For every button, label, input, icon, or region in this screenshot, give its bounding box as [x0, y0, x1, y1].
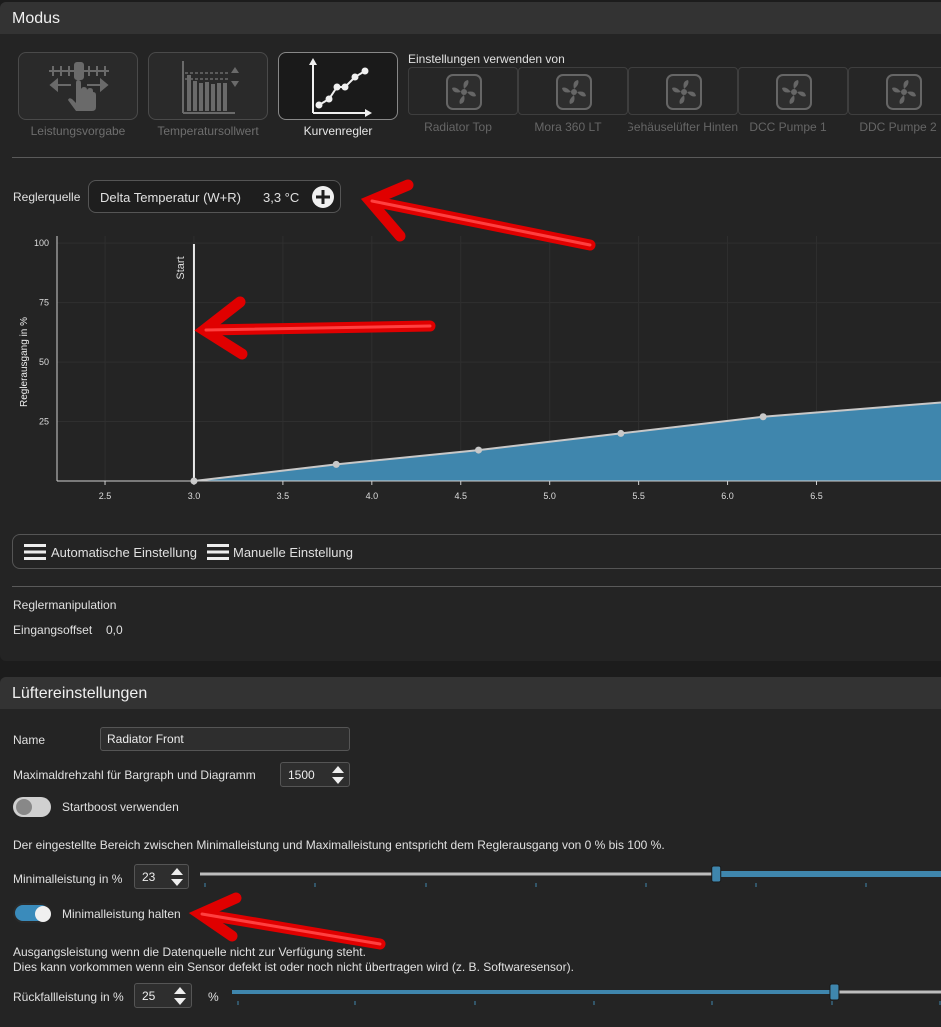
- mode-button-curve-controller[interactable]: [278, 52, 398, 120]
- curve-point[interactable]: [475, 446, 483, 454]
- fallback-stepper[interactable]: 25: [134, 983, 192, 1008]
- auto-setting-button[interactable]: Automatische Einstellung: [51, 545, 197, 560]
- source-label: DDC Pumpe 2: [859, 120, 937, 134]
- sources-label: Einstellungen verwenden von: [408, 52, 565, 66]
- startboost-label: Startboost verwenden: [62, 800, 179, 814]
- menu-icon: [24, 544, 46, 560]
- min-power-slider[interactable]: [200, 865, 941, 891]
- input-offset-label: Eingangsoffset: [13, 623, 93, 637]
- fallback-note-2: Dies kann vorkommen wenn ein Sensor defe…: [13, 960, 574, 974]
- fallback-value: 25: [142, 989, 156, 1003]
- source-radiator-top[interactable]: [408, 67, 518, 115]
- slider-thumb[interactable]: [829, 983, 840, 1001]
- fallback-note-1: Ausgangsleistung wenn die Datenquelle ni…: [13, 945, 366, 959]
- hold-min-label: Minimalleistung halten: [62, 907, 181, 921]
- x-tick-label: 5.0: [543, 491, 556, 501]
- name-input[interactable]: Radiator Front: [100, 727, 350, 751]
- x-tick-label: 2.5: [99, 491, 112, 501]
- mode-label-temperature-setpoint: Temperatursollwert: [157, 124, 259, 138]
- input-offset-value[interactable]: 0,0: [106, 623, 123, 637]
- modus-header: Modus: [0, 2, 941, 34]
- mode-label-curve-controller: Kurvenregler: [303, 124, 373, 138]
- fan-icon: [666, 74, 702, 110]
- max-rpm-label: Maximaldrehzahl für Bargraph und Diagram…: [13, 768, 256, 782]
- fallback-slider[interactable]: [232, 983, 941, 1009]
- controller-source-selector[interactable]: Delta Temperatur (W+R) 3,3 °C: [88, 180, 341, 213]
- fan-icon: [446, 74, 482, 110]
- fan-settings-header: Lüftereinstellungen: [0, 677, 941, 709]
- name-label: Name: [13, 733, 46, 747]
- y-tick-label: 25: [39, 417, 49, 427]
- max-rpm-stepper[interactable]: 1500: [280, 762, 350, 787]
- min-power-stepper[interactable]: 23: [134, 864, 189, 889]
- manual-setting-button[interactable]: Manuelle Einstellung: [233, 545, 353, 560]
- fan-settings-panel: Lüftereinstellungen Name Radiator Front …: [0, 677, 941, 1027]
- modus-panel: Modus Leistungsvorgabe Temperatursollwer…: [0, 2, 941, 661]
- fan-icon: [556, 74, 592, 110]
- start-label: Start: [175, 256, 187, 279]
- y-tick-label: 100: [34, 238, 49, 248]
- mode-button-power-preset[interactable]: [18, 52, 138, 120]
- x-tick-label: 4.0: [366, 491, 379, 501]
- fan-icon: [886, 74, 922, 110]
- manipulation-label: Reglermanipulation: [13, 598, 117, 612]
- max-rpm-value: 1500: [288, 768, 315, 782]
- slider-thumb[interactable]: [711, 865, 722, 883]
- curve-controller-icon: [309, 58, 372, 117]
- y-tick-label: 75: [39, 298, 49, 308]
- source-case-fan-rear[interactable]: [628, 67, 738, 115]
- x-tick-label: 4.5: [455, 491, 468, 501]
- stepper-arrows-icon[interactable]: [173, 986, 187, 1006]
- curve-point[interactable]: [759, 413, 767, 421]
- curve-point[interactable]: [332, 460, 340, 468]
- y-tick-labels: 25 50 75 100: [34, 238, 49, 426]
- curve-chart[interactable]: Start 2.5 3.0 3.5 4.0 4.5 5.0 5.5 6.0 6.5 25 50 75…: [0, 224, 941, 514]
- range-note: Der eingestellte Bereich zwischen Minima…: [13, 838, 665, 852]
- source-label: DCC Pumpe 1: [749, 120, 827, 134]
- divider: [12, 157, 941, 158]
- x-tick-label: 3.0: [188, 491, 201, 501]
- add-circle-icon[interactable]: [311, 185, 335, 209]
- source-mora-360-lt[interactable]: [518, 67, 628, 115]
- x-tick-label: 6.5: [810, 491, 823, 501]
- mode-button-temperature-setpoint[interactable]: [148, 52, 268, 120]
- fallback-unit: %: [208, 990, 219, 1004]
- x-tick-label: 3.5: [277, 491, 290, 501]
- startboost-toggle[interactable]: [13, 797, 51, 817]
- power-preset-icon: [49, 62, 109, 111]
- source-dcc-pump-1[interactable]: [738, 67, 848, 115]
- mode-label-power-preset: Leistungsvorgabe: [30, 124, 126, 138]
- y-tick-label: 50: [39, 357, 49, 367]
- fallback-label: Rückfallleistung in %: [13, 990, 124, 1004]
- curve-point[interactable]: [617, 429, 625, 437]
- controller-source-name: Delta Temperatur (W+R): [100, 190, 241, 205]
- curve-area: [193, 402, 941, 481]
- y-axis-label: Reglerausgang in %: [19, 317, 30, 407]
- controller-source-label: Reglerquelle: [13, 190, 81, 204]
- x-tick-label: 6.0: [721, 491, 734, 501]
- fan-icon: [776, 74, 812, 110]
- min-power-value: 23: [142, 870, 156, 884]
- temperature-setpoint-icon: [182, 61, 239, 114]
- hold-min-toggle[interactable]: [13, 903, 51, 923]
- controller-source-value: 3,3 °C: [263, 190, 300, 205]
- source-label: Radiator Top: [424, 120, 492, 134]
- source-label: Mora 360 LT: [534, 120, 602, 134]
- source-ddc-pump-2[interactable]: [848, 67, 941, 115]
- x-tick-label: 5.5: [632, 491, 645, 501]
- x-tick-labels: 2.5 3.0 3.5 4.0 4.5 5.0 5.5 6.0 6.5: [99, 491, 823, 501]
- divider: [12, 586, 941, 587]
- source-label: Gehäuselüfter Hinten: [628, 120, 738, 134]
- setting-mode-bar: Automatische Einstellung Manuelle Einste…: [12, 534, 941, 569]
- menu-icon: [207, 544, 229, 560]
- min-power-label: Minimalleistung in %: [13, 872, 123, 886]
- stepper-arrows-icon[interactable]: [331, 765, 345, 785]
- stepper-arrows-icon[interactable]: [170, 867, 184, 887]
